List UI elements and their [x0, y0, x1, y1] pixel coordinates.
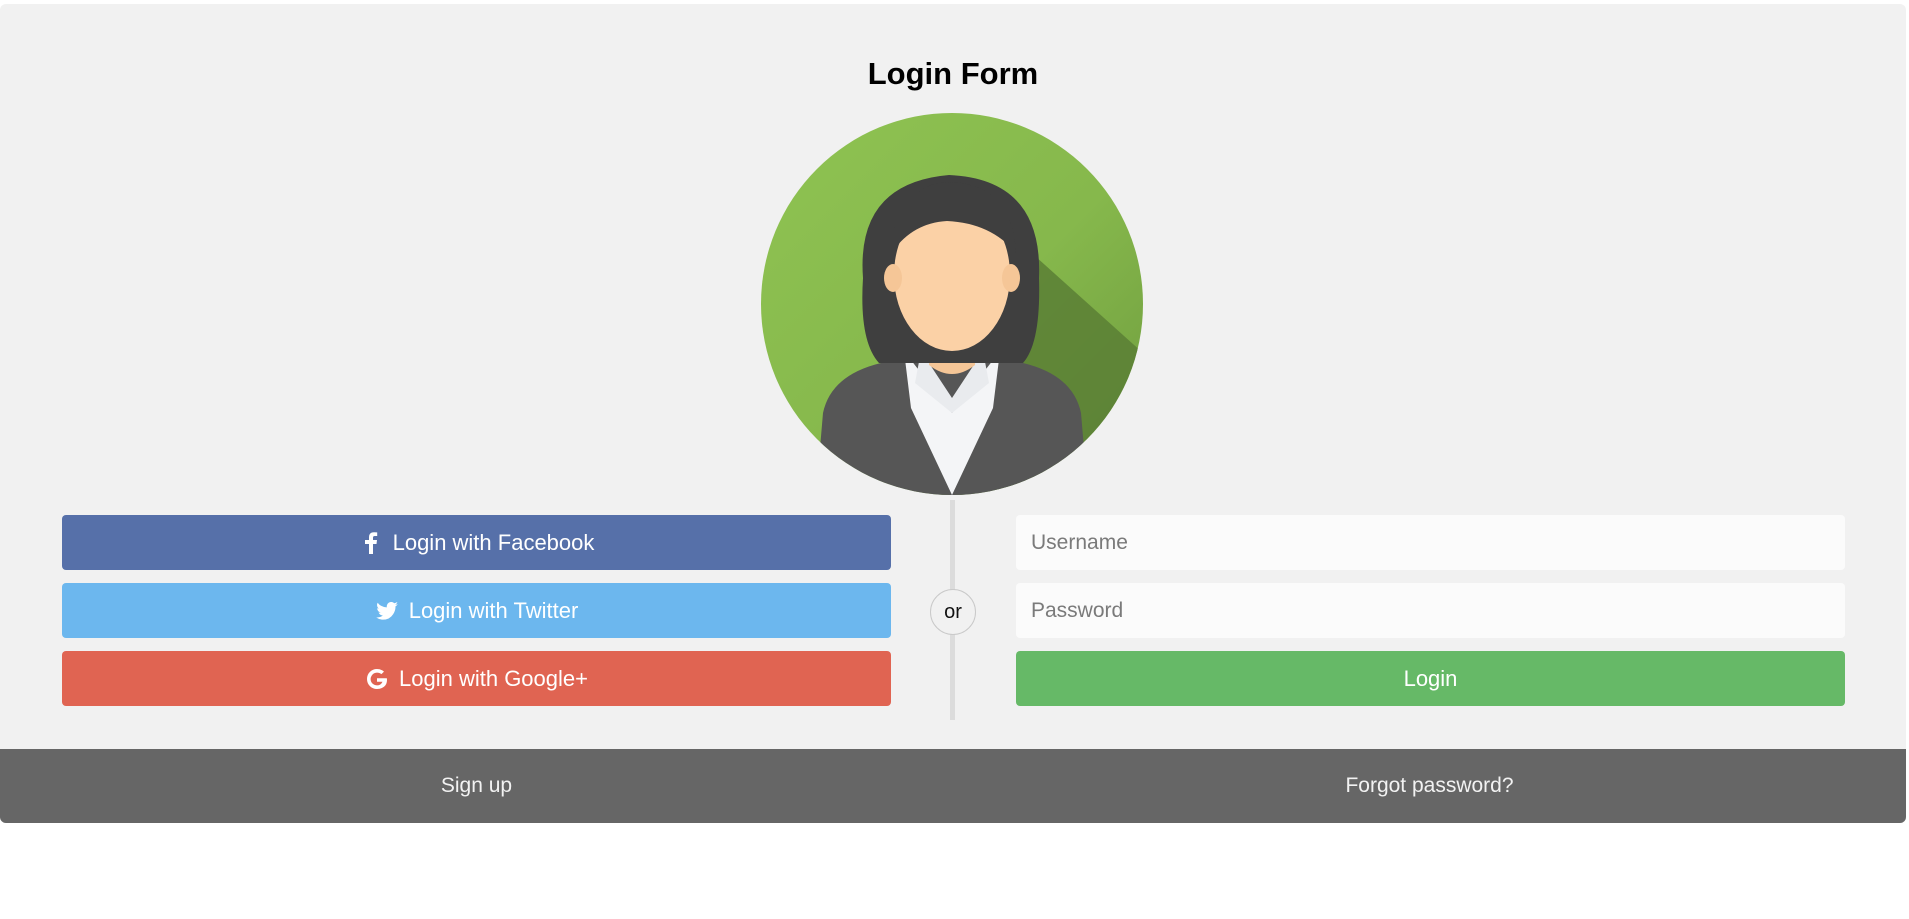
forgot-password-link[interactable]: Forgot password?: [953, 749, 1906, 823]
twitter-login-label: Login with Twitter: [408, 597, 579, 623]
login-button[interactable]: Login: [1016, 651, 1845, 706]
google-g-icon: [365, 667, 389, 691]
twitter-bird-icon: [375, 599, 399, 623]
avatar: [761, 113, 1143, 495]
google-login-label: Login with Google+: [399, 665, 588, 691]
user-avatar-illustration: [761, 113, 1143, 495]
username-input[interactable]: [1016, 515, 1845, 570]
facebook-f-icon: [359, 531, 383, 555]
signup-link[interactable]: Sign up: [0, 749, 953, 823]
page-title: Login Form: [867, 56, 1039, 91]
password-input[interactable]: [1016, 583, 1845, 638]
footer-bar: Sign up Forgot password?: [0, 749, 1906, 823]
twitter-login-button[interactable]: Login with Twitter: [62, 583, 891, 638]
login-card: Login Form Login with Facebook Login wit…: [0, 4, 1906, 823]
facebook-login-button[interactable]: Login with Facebook: [62, 515, 891, 570]
or-separator: or: [930, 589, 976, 635]
facebook-login-label: Login with Facebook: [392, 529, 595, 555]
google-login-button[interactable]: Login with Google+: [62, 651, 891, 706]
